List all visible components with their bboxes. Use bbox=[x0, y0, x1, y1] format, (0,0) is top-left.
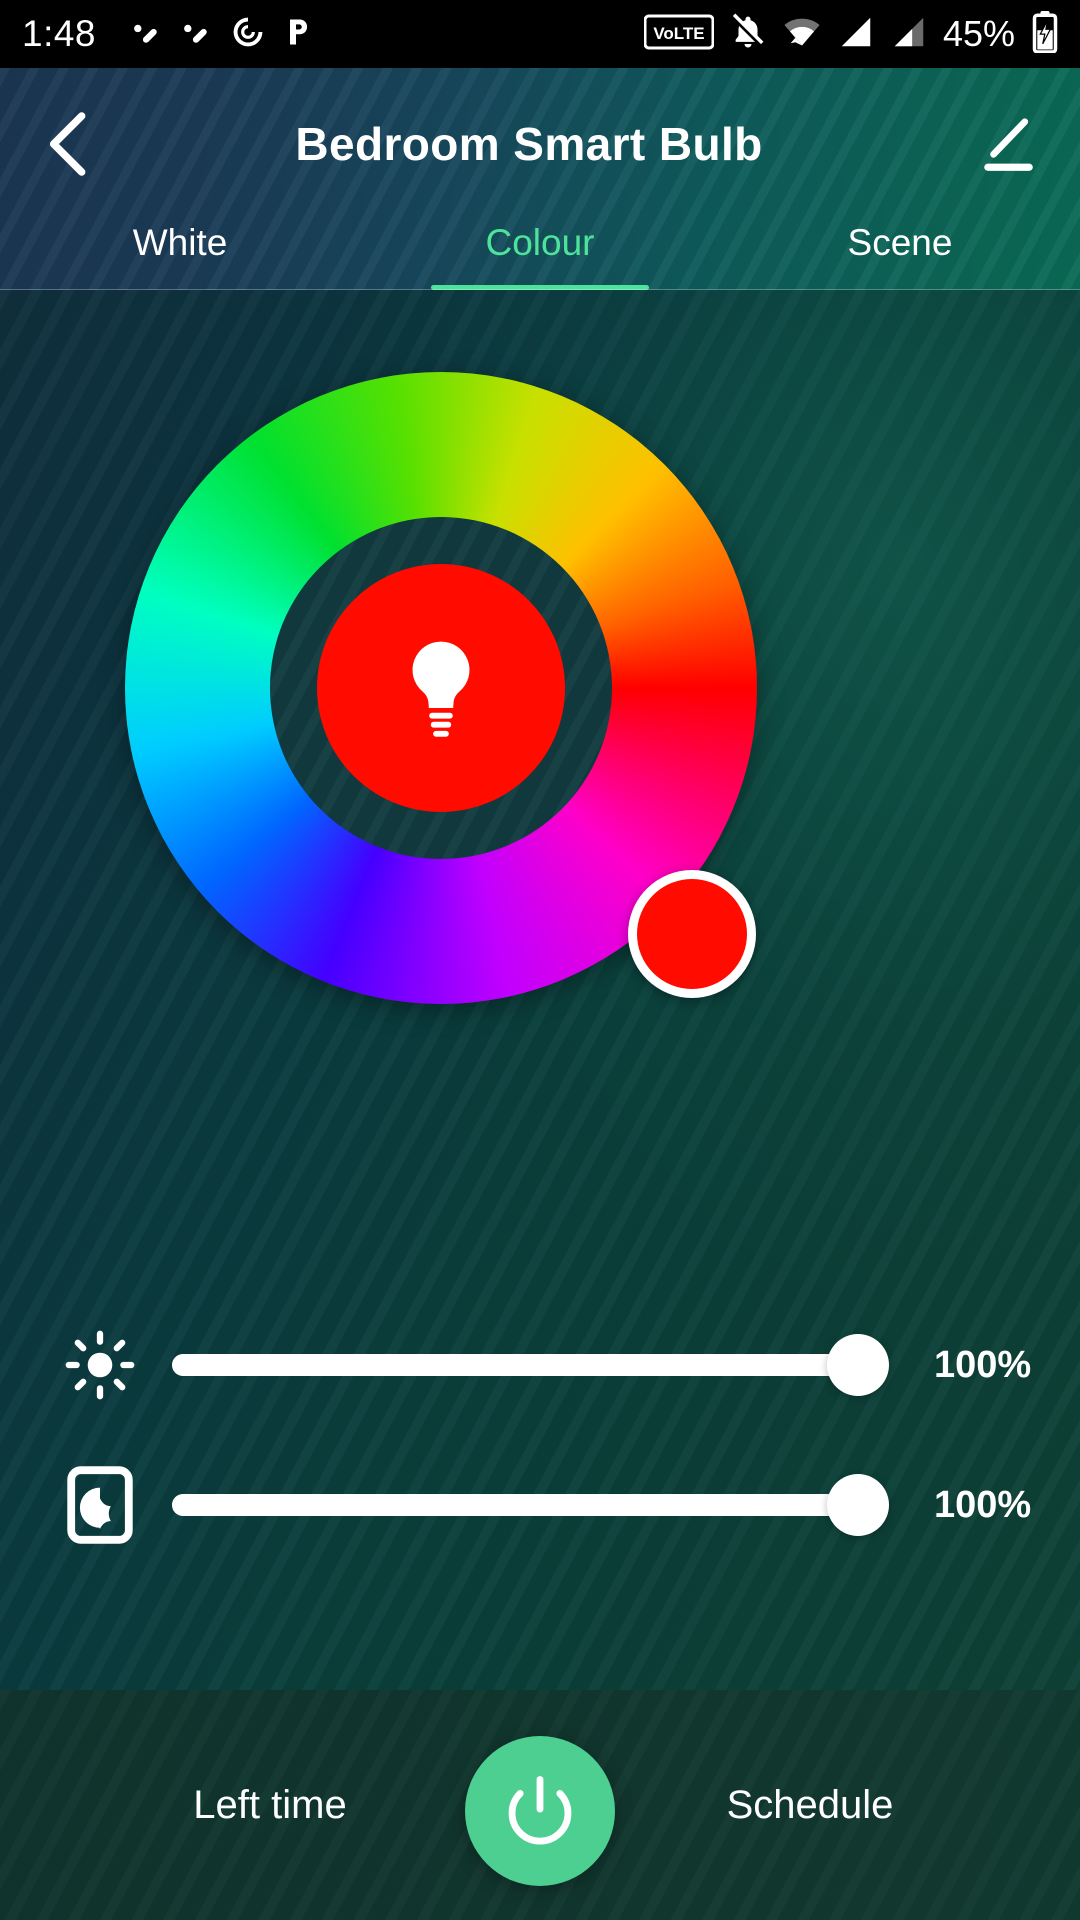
status-clock: 1:48 bbox=[22, 13, 97, 54]
schedule-button[interactable]: Schedule bbox=[540, 1783, 1080, 1828]
svg-text:VoLTE: VoLTE bbox=[653, 24, 704, 43]
brightness-slider-thumb[interactable] bbox=[827, 1334, 889, 1396]
app-screen: 1:48 VoLTE 45% Bedroom Smart Bulb White … bbox=[0, 0, 1080, 1920]
brightness-slider-row: 100% bbox=[0, 1310, 1080, 1420]
brightness-track-fill bbox=[172, 1354, 858, 1376]
saturation-value-label: 100% bbox=[934, 1483, 1032, 1526]
title-bar: Bedroom Smart Bulb bbox=[0, 68, 1080, 220]
brightness-value-label: 100% bbox=[934, 1343, 1032, 1386]
status-bar-right: VoLTE 45% bbox=[643, 10, 1058, 58]
contrast-icon bbox=[40, 1466, 160, 1544]
app-header: Bedroom Smart Bulb White Colour Scene bbox=[0, 68, 1080, 290]
tab-white[interactable]: White bbox=[0, 220, 360, 290]
mode-tabs: White Colour Scene bbox=[0, 220, 1080, 290]
hue-selector-knob[interactable] bbox=[628, 870, 756, 998]
selected-colour-swatch[interactable] bbox=[317, 564, 565, 812]
saturation-slider-track[interactable] bbox=[172, 1474, 902, 1536]
bottom-bar: Left time Schedule bbox=[0, 1690, 1080, 1920]
bulb-icon bbox=[412, 641, 470, 737]
battery-charging-icon bbox=[1032, 10, 1058, 58]
tab-colour-label: Colour bbox=[485, 222, 595, 263]
app-notification-icon-1 bbox=[130, 15, 164, 54]
pocketcasts-icon bbox=[230, 14, 266, 55]
tab-scene[interactable]: Scene bbox=[720, 220, 1080, 290]
left-time-button[interactable]: Left time bbox=[0, 1783, 540, 1828]
edit-button[interactable] bbox=[948, 84, 1068, 204]
battery-percent-label: 45% bbox=[942, 13, 1015, 54]
brightness-slider-track[interactable] bbox=[172, 1334, 902, 1396]
sun-icon bbox=[40, 1329, 160, 1401]
signal-sim1-icon bbox=[837, 13, 875, 56]
power-button[interactable] bbox=[465, 1736, 615, 1886]
tab-colour[interactable]: Colour bbox=[360, 220, 720, 290]
silent-bell-icon bbox=[729, 13, 767, 56]
status-bar: 1:48 VoLTE 45% bbox=[0, 0, 1080, 68]
app-notification-icon-2 bbox=[180, 15, 214, 54]
pandora-icon bbox=[282, 15, 314, 54]
saturation-track-fill bbox=[172, 1494, 858, 1516]
volte-icon: VoLTE bbox=[643, 14, 715, 55]
page-title: Bedroom Smart Bulb bbox=[295, 118, 763, 170]
wifi-icon bbox=[782, 13, 822, 56]
colour-wheel[interactable] bbox=[125, 372, 757, 1004]
saturation-slider-thumb[interactable] bbox=[827, 1474, 889, 1536]
tab-scene-label: Scene bbox=[847, 222, 953, 263]
signal-sim2-icon bbox=[890, 13, 928, 56]
main-content: 100% 100% bbox=[0, 290, 1080, 1690]
tab-white-label: White bbox=[132, 222, 228, 263]
status-bar-left: 1:48 bbox=[22, 13, 314, 55]
saturation-slider-row: 100% bbox=[0, 1450, 1080, 1560]
